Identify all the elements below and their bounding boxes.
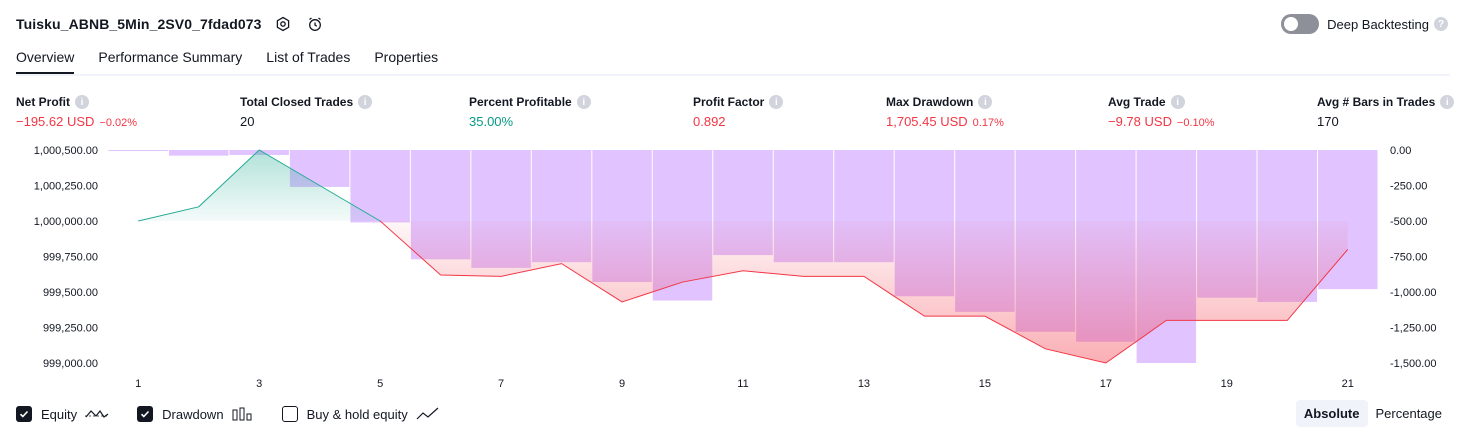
info-icon[interactable]: i xyxy=(75,95,89,109)
equity-loss-area xyxy=(380,221,1348,363)
stat-percent: −0.10% xyxy=(1176,117,1215,129)
right-axis-tick: -1,500.00 xyxy=(1390,358,1436,370)
drawdown-bar xyxy=(108,150,168,151)
left-axis-tick: 999,750.00 xyxy=(43,252,98,264)
info-icon[interactable]: i xyxy=(978,95,993,109)
left-axis-tick: 1,000,250.00 xyxy=(34,181,98,193)
stat-percent: 0.17% xyxy=(972,117,1004,129)
stat-profit-factor: Profit Factor i 0.892 xyxy=(693,94,784,130)
info-icon[interactable]: i xyxy=(1170,95,1185,109)
drawdown-checkbox[interactable] xyxy=(137,406,154,422)
x-axis-tick: 17 xyxy=(1100,378,1112,390)
left-axis-tick: 999,000.00 xyxy=(43,358,98,370)
x-axis-tick: 5 xyxy=(377,378,383,390)
right-axis-tick: 0.00 xyxy=(1390,145,1411,157)
strategy-title: Tuisku_ABNB_5Min_2SV0_7fdad073 xyxy=(16,16,262,32)
x-axis-tick: 9 xyxy=(619,378,625,390)
deep-backtesting-label: Deep Backtesting xyxy=(1327,16,1429,32)
stat-value: 0.892 xyxy=(693,114,726,129)
legend-label: Buy & hold equity xyxy=(306,406,408,422)
info-icon[interactable]: i xyxy=(576,95,591,109)
stat-label: Total Closed Trades xyxy=(240,95,354,109)
stat-avg-bars-in-trades: Avg # Bars in Trades i 170 xyxy=(1317,94,1455,130)
stat-label: Max Drawdown xyxy=(886,95,974,109)
chart-legend: Equity Drawdown Buy & hold equity xyxy=(16,403,468,425)
equity-checkbox[interactable] xyxy=(16,406,32,422)
absolute-mode-button[interactable]: Absolute xyxy=(1295,400,1368,427)
stat-value: 1,705.45 USD xyxy=(886,114,968,129)
right-axis-tick: -750.00 xyxy=(1390,252,1427,264)
stat-value: 20 xyxy=(240,114,255,129)
legend-label: Drawdown xyxy=(162,406,224,422)
settings-icon[interactable] xyxy=(272,13,294,35)
stat-value: 170 xyxy=(1317,114,1339,129)
drawdown-bar xyxy=(168,150,229,156)
strategy-header: Tuisku_ABNB_5Min_2SV0_7fdad073 xyxy=(16,12,326,36)
info-icon[interactable]: i xyxy=(358,95,373,109)
tab-overview[interactable]: Overview xyxy=(16,46,75,74)
right-axis-tick: -500.00 xyxy=(1390,216,1427,228)
stat-label: Net Profit xyxy=(16,95,70,109)
deep-backtesting-control: Deep Backtesting ? xyxy=(1281,12,1448,36)
help-icon[interactable]: ? xyxy=(1434,17,1448,31)
stat-label: Avg # Bars in Trades xyxy=(1317,95,1436,109)
stat-label: Percent Profitable xyxy=(469,95,572,109)
equity-line-icon xyxy=(85,407,110,421)
percentage-mode-button[interactable]: Percentage xyxy=(1368,400,1451,427)
left-axis-tick: 1,000,500.00 xyxy=(34,145,98,157)
x-axis-tick: 19 xyxy=(1221,378,1233,390)
stat-label: Avg Trade xyxy=(1108,95,1166,109)
alarm-clock-icon[interactable] xyxy=(304,13,326,35)
left-axis-tick: 999,250.00 xyxy=(43,323,98,335)
x-axis-tick: 21 xyxy=(1342,378,1354,390)
x-axis-tick: 13 xyxy=(858,378,870,390)
info-icon[interactable]: i xyxy=(769,95,784,109)
tab-properties[interactable]: Properties xyxy=(374,46,438,72)
tab-performance-summary[interactable]: Performance Summary xyxy=(98,46,242,72)
x-axis-tick: 1 xyxy=(135,378,141,390)
right-axis-tick: -1,250.00 xyxy=(1390,323,1436,335)
stat-avg-trade: Avg Trade i −9.78 USD −0.10% xyxy=(1108,94,1215,130)
stat-value: −9.78 USD xyxy=(1108,114,1172,129)
stat-label: Profit Factor xyxy=(693,95,765,109)
drawdown-bars-icon xyxy=(232,407,254,421)
buy-hold-checkbox[interactable] xyxy=(281,406,298,422)
left-axis-tick: 999,500.00 xyxy=(43,287,98,299)
legend-equity[interactable]: Equity xyxy=(16,406,110,422)
legend-buy-hold[interactable]: Buy & hold equity xyxy=(281,406,440,422)
x-axis-tick: 3 xyxy=(256,378,262,390)
equity-drawdown-chart[interactable]: 1,000,500.00 1,000,250.00 1,000,000.00 999,… xyxy=(0,140,1466,395)
tab-list-of-trades[interactable]: List of Trades xyxy=(266,46,350,72)
buyhold-line-icon xyxy=(416,407,440,421)
right-axis-tick: -1,000.00 xyxy=(1390,287,1436,299)
stat-net-profit: Net Profit i −195.62 USD −0.02% xyxy=(16,94,137,130)
x-axis-tick: 11 xyxy=(737,378,748,390)
deep-backtesting-toggle[interactable] xyxy=(1281,14,1320,34)
right-axis-tick: -250.00 xyxy=(1390,181,1427,193)
legend-drawdown[interactable]: Drawdown xyxy=(137,406,253,422)
left-axis-tick: 1,000,000.00 xyxy=(34,216,98,228)
stat-value: −195.62 USD xyxy=(16,114,95,129)
x-axis-tick: 15 xyxy=(979,378,991,390)
stat-percent-profitable: Percent Profitable i 35.00% xyxy=(469,94,591,130)
legend-label: Equity xyxy=(41,406,78,422)
x-axis-tick: 7 xyxy=(498,378,504,390)
stat-max-drawdown: Max Drawdown i 1,705.45 USD 0.17% xyxy=(886,94,1004,130)
tab-bar: Overview Performance Summary List of Tra… xyxy=(16,46,1450,76)
info-icon[interactable]: i xyxy=(1440,95,1455,109)
stat-percent: −0.02% xyxy=(99,117,138,129)
stat-value: 35.00% xyxy=(469,114,514,129)
stat-total-closed-trades: Total Closed Trades i 20 xyxy=(240,94,373,130)
value-mode-switch: Absolute Percentage xyxy=(1295,400,1451,427)
